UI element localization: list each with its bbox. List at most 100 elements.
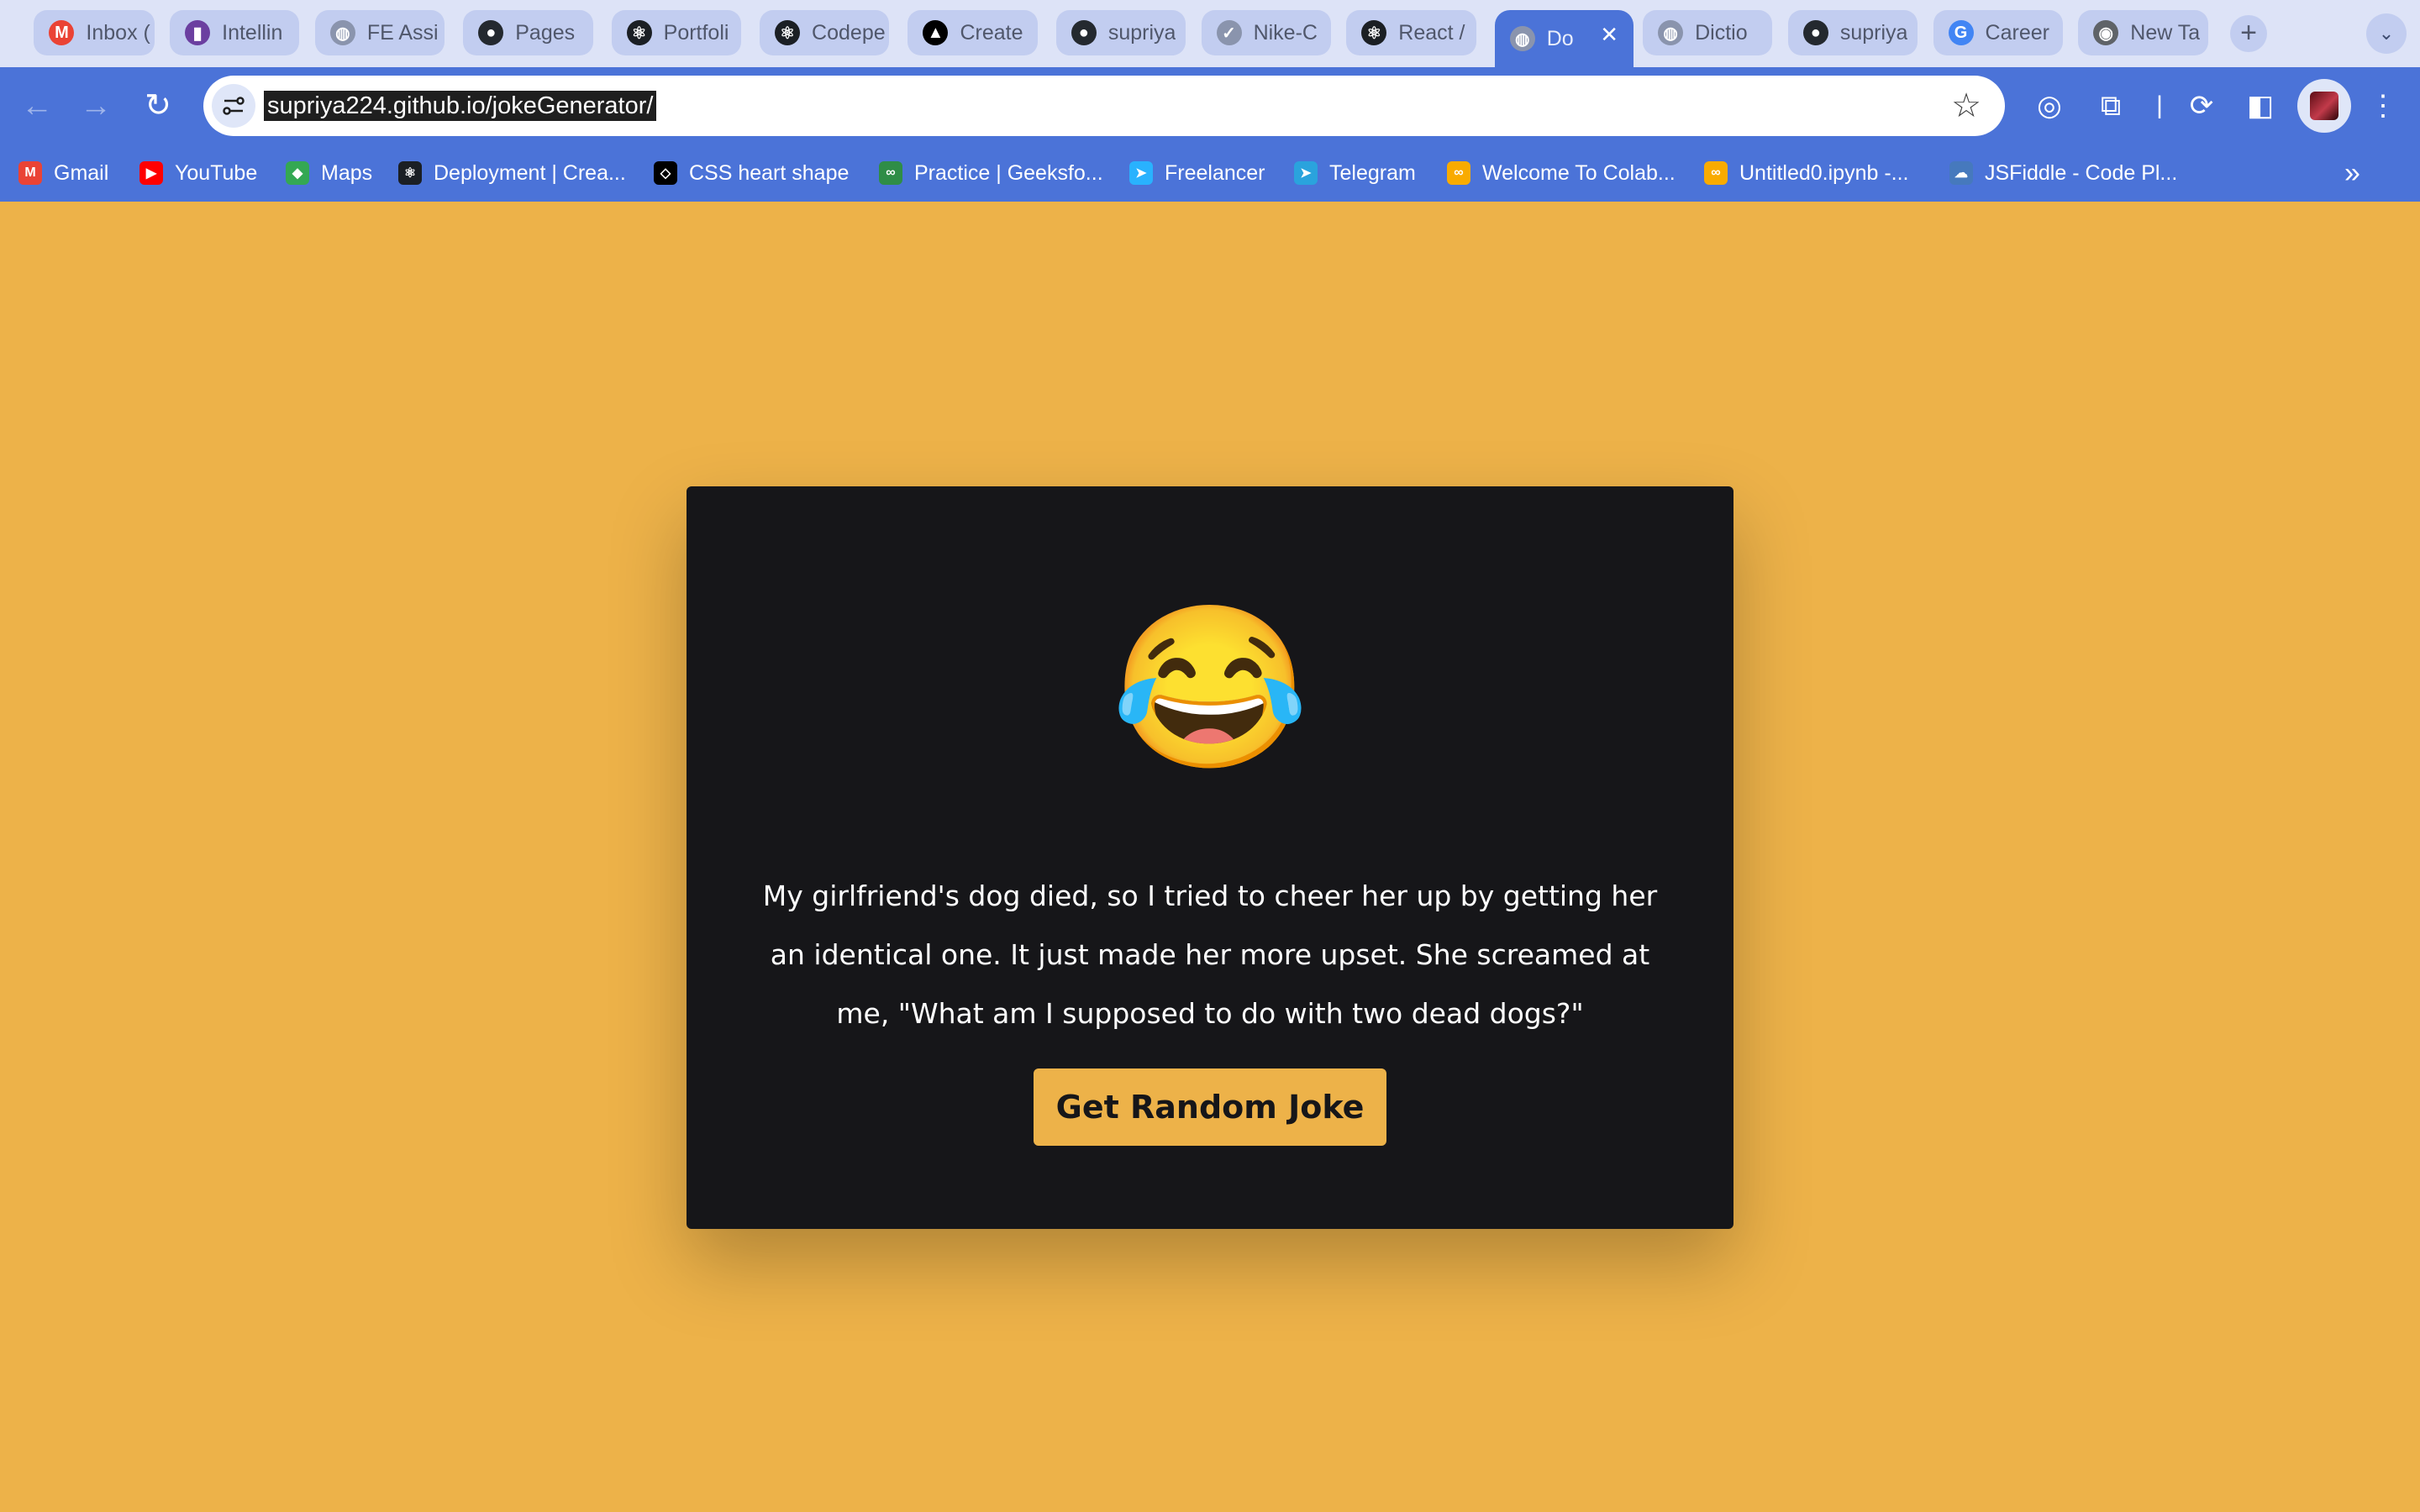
tab-label: supriya — [1839, 20, 1908, 45]
close-tab-icon[interactable]: ✕ — [1600, 22, 1618, 48]
bookmarks-bar: M Gmail ▶ YouTube ◆ Maps ⚛ Deployment | Crea...… — [0, 144, 2420, 202]
bookmark-star-icon[interactable]: ☆ — [1951, 86, 1981, 126]
tab-6[interactable]: ▲ Create — [908, 10, 1038, 55]
bookmark-item[interactable]: ◆ Maps — [286, 158, 372, 188]
bookmark-label: CSS heart shape — [689, 160, 850, 185]
new-tab-button[interactable]: + — [2230, 15, 2267, 52]
tab-13[interactable]: G Career — [1933, 10, 2063, 55]
more-bookmarks-chevron-icon[interactable]: » — [2344, 156, 2360, 190]
maps-icon: ◆ — [286, 161, 309, 185]
forward-arrow-icon[interactable]: → — [76, 86, 116, 126]
profile-avatar[interactable] — [2297, 79, 2351, 133]
browser-toolbar: ← → ↻ supriya224.github.io/jokeGenerator… — [0, 67, 2420, 144]
bookmark-item[interactable]: ☁ JSFiddle - Code Pl... — [1949, 158, 2177, 188]
tab-label: Intellin — [222, 20, 283, 45]
tab-5[interactable]: ⚛ Codepe — [760, 10, 890, 55]
tab-7[interactable]: ● supriya — [1055, 10, 1186, 55]
tab-9[interactable]: ⚛ React / — [1346, 10, 1476, 55]
bookmark-label: Welcome To Colab... — [1482, 160, 1676, 185]
bookmark-item[interactable]: ∞ Untitled0.ipynb -... — [1704, 158, 1909, 188]
laughing-emoji-icon: 😂 — [1110, 599, 1310, 777]
tab-12[interactable]: ● supriya — [1787, 10, 1918, 55]
side-panel-icon[interactable]: ◧ — [2240, 86, 2281, 126]
reload-icon[interactable]: ↻ — [138, 86, 178, 126]
bookmark-label: Practice | Geeksfo... — [914, 160, 1103, 185]
tab-2[interactable]: ◍ FE Assi — [314, 10, 445, 55]
tab-label: Portfoli — [663, 20, 729, 45]
tab-label: Codepe — [812, 20, 886, 45]
react-icon: ⚛ — [398, 161, 422, 185]
bookmark-label: Telegram — [1329, 160, 1416, 185]
tab-8[interactable]: ✓ Nike-C — [1201, 10, 1331, 55]
extensions-icon[interactable]: ⧉ — [2091, 86, 2131, 126]
intellin-icon: ▮ — [185, 20, 211, 45]
tab-search-chevron-icon[interactable]: ⌄ — [2366, 13, 2407, 54]
tab-label: supriya — [1107, 20, 1176, 45]
lens-icon[interactable]: ◎ — [2029, 86, 2070, 126]
get-random-joke-button[interactable]: Get Random Joke — [1034, 1068, 1386, 1146]
freelancer-icon: ➤ — [1129, 161, 1153, 185]
gmail-icon: M — [49, 20, 75, 45]
joke-text: My girlfriend's dog died, so I tried to … — [762, 879, 1658, 1030]
tab-11[interactable]: ◍ Dictio — [1643, 10, 1773, 55]
tab-label: Do — [1546, 26, 1574, 50]
tab-3[interactable]: ● Pages — [463, 10, 593, 55]
tab-strip: M Inbox ( ▮ Intellin ◍ FE Assi ● Pages ⚛ Portfoli… — [0, 0, 2420, 67]
bookmark-label: Gmail — [54, 160, 109, 185]
bookmark-item[interactable]: ◇ CSS heart shape — [654, 158, 849, 188]
tab-1[interactable]: ▮ Intellin — [170, 10, 300, 55]
bookmark-label: Deployment | Crea... — [434, 160, 626, 185]
telegram-icon: ➤ — [1294, 161, 1318, 185]
bookmark-item[interactable]: ➤ Telegram — [1294, 158, 1416, 188]
tab-label: Dictio — [1695, 20, 1748, 45]
toolbar-divider: | — [2156, 92, 2163, 119]
colab-icon: ∞ — [1447, 161, 1470, 185]
tab-label: React / — [1398, 20, 1465, 45]
bookmark-item[interactable]: M Gmail — [18, 158, 108, 188]
globe-icon: ◍ — [1509, 26, 1535, 51]
tab-0[interactable]: M Inbox ( — [34, 10, 155, 55]
bookmark-item[interactable]: ➤ Freelancer — [1129, 158, 1265, 188]
site-info-icon[interactable] — [212, 84, 255, 128]
triangle-icon: ▲ — [923, 20, 949, 45]
performance-icon[interactable]: ⟳ — [2181, 86, 2222, 126]
tab-label: Career — [1985, 20, 2049, 45]
tab-14[interactable]: ◉ New Ta — [2078, 10, 2208, 55]
github-icon: ● — [478, 20, 504, 45]
github-icon: ● — [1802, 20, 1828, 45]
gmail-icon: M — [18, 161, 42, 185]
bookmark-label: Maps — [321, 160, 373, 185]
bookmark-label: YouTube — [175, 160, 258, 185]
bookmark-item[interactable]: ▶ YouTube — [139, 158, 257, 188]
codepen-icon: ◇ — [654, 161, 677, 185]
jsfiddle-icon: ☁ — [1949, 161, 1973, 185]
back-arrow-icon[interactable]: ← — [17, 86, 57, 126]
tab-10[interactable]: ◍ Do ✕ — [1494, 10, 1634, 67]
bookmark-label: JSFiddle - Code Pl... — [1985, 160, 2178, 185]
address-bar[interactable]: supriya224.github.io/jokeGenerator/ ☆ — [203, 76, 2005, 136]
url-text[interactable]: supriya224.github.io/jokeGenerator/ — [264, 91, 657, 121]
youtube-icon: ▶ — [139, 161, 163, 185]
geeks-icon: ∞ — [879, 161, 902, 185]
bookmark-label: Freelancer — [1165, 160, 1265, 185]
globe-icon: ◍ — [1658, 20, 1684, 45]
bookmark-item[interactable]: ⚛ Deployment | Crea... — [398, 158, 626, 188]
chrome-icon: ◉ — [2093, 20, 2119, 45]
github-icon: ● — [1071, 20, 1097, 45]
tab-4[interactable]: ⚛ Portfoli — [611, 10, 741, 55]
tab-label: Inbox ( — [86, 20, 150, 45]
tune-icon — [223, 97, 245, 115]
tab-label: Pages — [515, 20, 576, 45]
google-icon: G — [1948, 20, 1974, 45]
tab-label: Create — [960, 20, 1023, 45]
joke-card: 😂 My girlfriend's dog died, so I tried t… — [687, 486, 1733, 1229]
colab-icon: ∞ — [1704, 161, 1728, 185]
bookmark-item[interactable]: ∞ Practice | Geeksfo... — [879, 158, 1103, 188]
tab-label: Nike-C — [1253, 20, 1318, 45]
bookmark-item[interactable]: ∞ Welcome To Colab... — [1447, 158, 1676, 188]
chrome-menu-icon[interactable]: ⋮ — [2363, 86, 2403, 126]
check-icon: ✓ — [1216, 20, 1242, 45]
react-icon: ⚛ — [626, 20, 652, 45]
tab-label: New Ta — [2130, 20, 2201, 45]
globe-icon: ◍ — [329, 20, 355, 45]
